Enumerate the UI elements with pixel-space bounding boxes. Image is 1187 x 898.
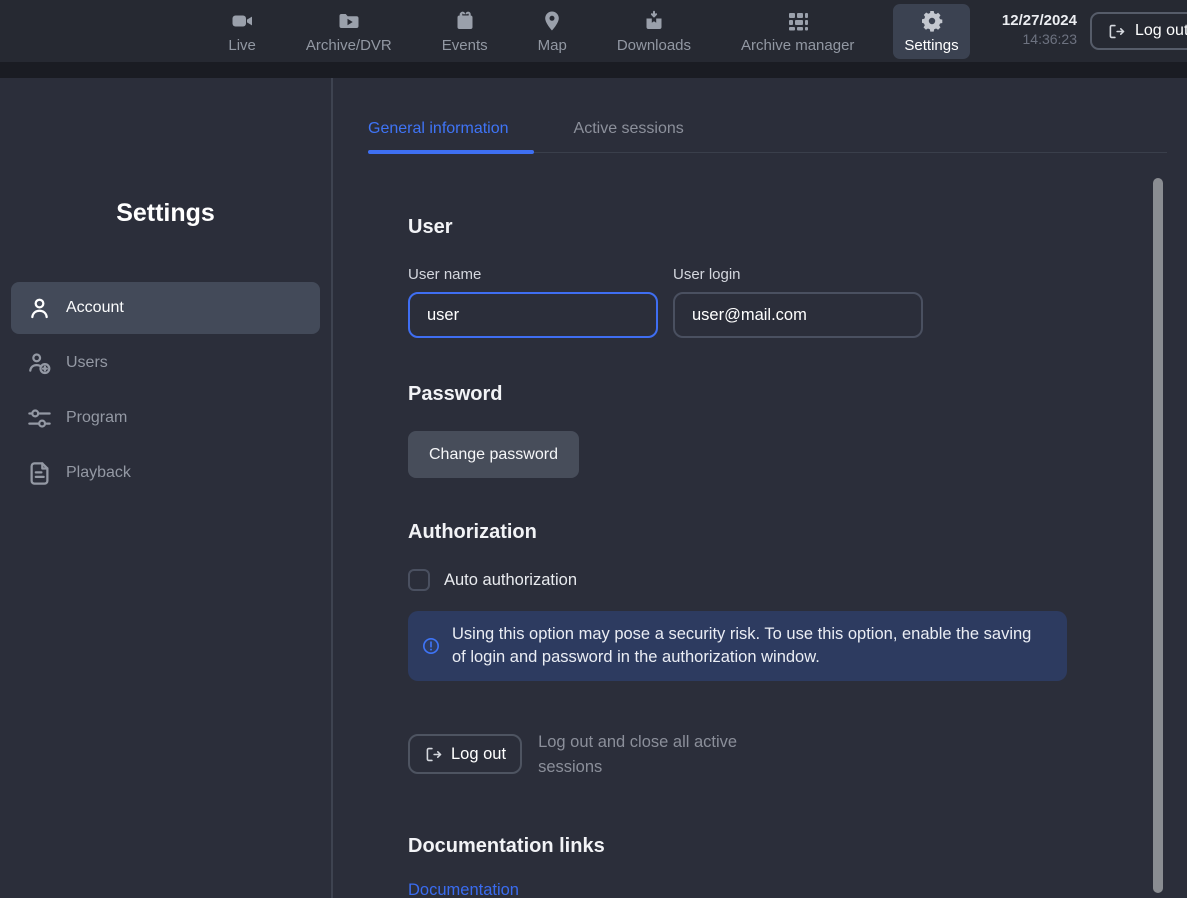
current-date: 12/27/2024 (1002, 12, 1077, 31)
top-bar: Live Archive/DVR Events Map Downloads (0, 0, 1187, 62)
logout-section: Log out Log out and close all active ses… (408, 734, 1187, 780)
sidebar-item-label: Program (66, 409, 127, 427)
authorization-section-title: Authorization (408, 521, 1187, 544)
nav-item-label: Events (442, 37, 488, 54)
user-name-field: User name (408, 266, 658, 338)
documentation-link[interactable]: Documentation (408, 881, 519, 898)
user-add-icon (26, 350, 53, 377)
nav-item-label: Live (228, 37, 256, 54)
user-login-input[interactable] (673, 292, 923, 338)
document-icon (26, 460, 53, 487)
nav-item-label: Downloads (617, 37, 691, 54)
nav-item-downloads[interactable]: Downloads (606, 4, 702, 59)
gear-icon (920, 9, 944, 33)
datetime-display: 12/27/2024 14:36:23 (1002, 12, 1077, 48)
nav-item-archive-dvr[interactable]: Archive/DVR (295, 4, 403, 59)
security-warning-banner: Using this option may pose a security ri… (408, 611, 1067, 681)
video-camera-icon (230, 9, 254, 33)
user-login-label: User login (673, 266, 923, 283)
logout-label: Log out (1135, 22, 1187, 40)
user-name-label: User name (408, 266, 658, 283)
sliders-icon (26, 405, 53, 432)
nav-item-label: Map (538, 37, 567, 54)
nav-item-events[interactable]: Events (431, 4, 499, 59)
auto-authorization-row: Auto authorization (408, 569, 1187, 591)
tab-bar: General information Active sessions (368, 78, 1167, 153)
info-icon (421, 636, 441, 656)
user-fields-row: User name User login (408, 266, 1187, 338)
auto-authorization-label: Auto authorization (444, 571, 577, 590)
current-time: 14:36:23 (1002, 31, 1077, 49)
tab-active-sessions[interactable]: Active sessions (574, 120, 684, 152)
nav-item-settings[interactable]: Settings (893, 4, 969, 59)
download-box-icon (642, 9, 666, 33)
logout-icon (1107, 22, 1126, 41)
map-pin-icon (540, 9, 564, 33)
logout-button-top[interactable]: Log out (1090, 12, 1187, 50)
nav-item-archive-manager[interactable]: Archive manager (730, 4, 865, 59)
tab-general-information[interactable]: General information (368, 120, 509, 152)
logout-icon (424, 745, 443, 764)
password-section-title: Password (408, 383, 1187, 406)
sidebar-item-playback[interactable]: Playback (11, 447, 320, 499)
topbar-divider-strip (0, 62, 1187, 78)
auto-authorization-checkbox[interactable] (408, 569, 430, 591)
calendar-icon (453, 9, 477, 33)
sidebar-item-label: Account (66, 299, 124, 317)
nav-item-label: Archive manager (741, 37, 854, 54)
logout-description: Log out and close all active sessions (538, 730, 763, 780)
change-password-button[interactable]: Change password (408, 431, 579, 478)
settings-sidebar: Settings Account Users Program (0, 78, 333, 898)
vertical-scrollbar[interactable] (1153, 178, 1163, 893)
account-sections: User User name User login Password Chang… (333, 216, 1187, 898)
top-navigation: Live Archive/DVR Events Map Downloads (217, 4, 969, 59)
logout-button-content[interactable]: Log out (408, 734, 522, 774)
security-warning-text: Using this option may pose a security ri… (452, 623, 1049, 669)
user-name-input[interactable] (408, 292, 658, 338)
nav-item-label: Archive/DVR (306, 37, 392, 54)
logout-label: Log out (451, 745, 506, 764)
user-icon (26, 295, 53, 322)
nav-item-label: Settings (904, 37, 958, 54)
sidebar-title: Settings (0, 199, 331, 228)
sidebar-menu: Account Users Program Playback (0, 282, 331, 499)
settings-content: General information Active sessions User… (333, 78, 1187, 898)
user-section-title: User (408, 216, 1187, 239)
sidebar-item-label: Users (66, 354, 108, 372)
nav-item-live[interactable]: Live (217, 4, 267, 59)
user-login-field: User login (673, 266, 923, 338)
documentation-section-title: Documentation links (408, 835, 1187, 858)
nav-item-map[interactable]: Map (527, 4, 578, 59)
sidebar-item-account[interactable]: Account (11, 282, 320, 334)
sidebar-item-program[interactable]: Program (11, 392, 320, 444)
archive-grid-icon (786, 9, 810, 33)
folder-play-icon (337, 9, 361, 33)
sidebar-item-label: Playback (66, 464, 131, 482)
sidebar-item-users[interactable]: Users (11, 337, 320, 389)
